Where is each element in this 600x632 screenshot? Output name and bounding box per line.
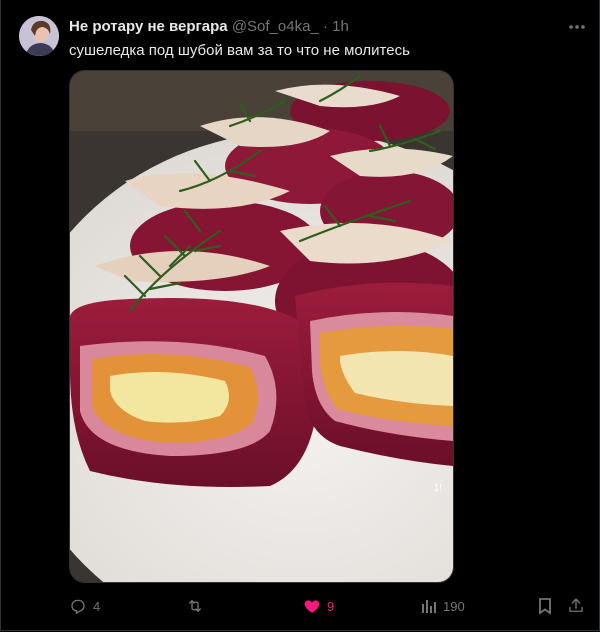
separator: · (322, 18, 328, 35)
like-button[interactable]: 9 (303, 596, 334, 616)
views-icon (422, 600, 436, 613)
more-button[interactable] (567, 18, 587, 36)
media-overlay-text: 1! (434, 483, 442, 494)
like-icon (304, 600, 320, 613)
retweet-button[interactable] (185, 596, 205, 616)
reply-icon (71, 599, 85, 615)
views-button[interactable]: 190 (421, 596, 465, 616)
retweet-icon (189, 600, 201, 612)
reply-count: 4 (93, 598, 101, 614)
views-count: 190 (443, 598, 465, 614)
like-count: 9 (327, 598, 335, 614)
author-handle[interactable]: @Sof_o4ka_ (232, 18, 319, 35)
tweet-card[interactable]: Не ротару не вергара @Sof_o4ka_ · 1h суш… (0, 0, 600, 631)
bookmark-button[interactable] (537, 596, 553, 616)
reply-button[interactable]: 4 (69, 596, 100, 616)
tweet-time[interactable]: 1h (332, 18, 349, 35)
bookmark-icon (539, 598, 551, 615)
media-image: 1! (70, 71, 453, 582)
share-button[interactable] (567, 596, 585, 616)
tweet-text: сушеледка под шубой вам за то что не мол… (69, 42, 410, 59)
tweet-header: Не ротару не вергара @Sof_o4ka_ · 1h (69, 18, 349, 36)
avatar[interactable] (19, 16, 59, 56)
more-icon (569, 25, 585, 29)
author-name[interactable]: Не ротару не вергара (69, 18, 228, 35)
tweet-media[interactable]: 1! (69, 70, 454, 583)
action-bar: 4 9 190 (69, 596, 589, 616)
share-icon (569, 598, 583, 612)
